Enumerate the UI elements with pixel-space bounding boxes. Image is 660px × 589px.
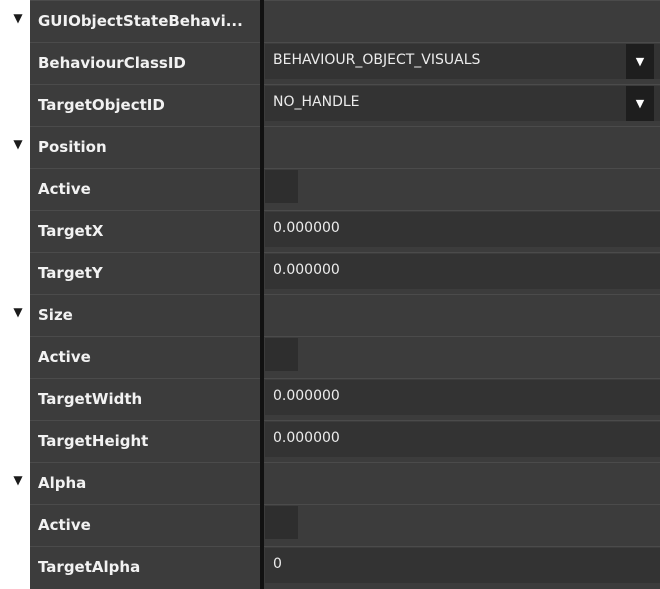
target-width-input[interactable]: 0.000000: [265, 380, 660, 415]
property-label: Active: [38, 180, 91, 198]
target-height-input[interactable]: 0.000000: [265, 422, 660, 457]
group-label-cell: Alpha: [30, 462, 260, 504]
expand-toggle-position[interactable]: ▼: [6, 126, 30, 168]
property-label: TargetY: [38, 264, 103, 282]
property-label: TargetAlpha: [38, 558, 141, 576]
input-value: 0.000000: [273, 262, 340, 278]
triangle-down-icon: ▼: [13, 305, 23, 319]
group-value-cell: [264, 126, 660, 168]
property-label-cell: TargetY: [30, 252, 260, 294]
property-row-position-active: Active: [0, 168, 660, 210]
property-row-target-alpha: TargetAlpha 0: [0, 546, 660, 589]
property-label-cell: TargetX: [30, 210, 260, 252]
row-gutter: [6, 504, 30, 546]
property-row-target-width: TargetWidth 0.000000: [0, 378, 660, 420]
row-gutter: [6, 42, 30, 84]
expand-toggle-alpha[interactable]: ▼: [6, 462, 30, 504]
alpha-active-checkbox[interactable]: [265, 506, 298, 539]
expand-toggle-size[interactable]: ▼: [6, 294, 30, 336]
property-value-cell: [264, 336, 660, 378]
property-row-behaviour-class-id: BehaviourClassID BEHAVIOUR_OBJECT_VISUAL…: [0, 42, 660, 84]
property-label: Active: [38, 348, 91, 366]
row-gutter: [6, 252, 30, 294]
property-value-cell: BEHAVIOUR_OBJECT_VISUALS ▼: [264, 42, 660, 84]
property-value-cell: 0.000000: [264, 420, 660, 462]
property-label: TargetHeight: [38, 432, 149, 450]
group-label: GUIObjectStateBehavi...: [38, 12, 243, 30]
target-object-id-dropdown[interactable]: NO_HANDLE ▼: [265, 86, 660, 121]
property-label-cell: Active: [30, 336, 260, 378]
group-row-position: ▼ Position: [0, 126, 660, 168]
group-label: Position: [38, 138, 107, 156]
input-value: 0.000000: [273, 430, 340, 446]
row-gutter: [6, 336, 30, 378]
property-row-size-active: Active: [0, 336, 660, 378]
row-gutter: [6, 378, 30, 420]
property-value-cell: NO_HANDLE ▼: [264, 84, 660, 126]
property-value-cell: 0.000000: [264, 378, 660, 420]
property-label-cell: TargetWidth: [30, 378, 260, 420]
property-value-cell: 0.000000: [264, 210, 660, 252]
property-row-target-x: TargetX 0.000000: [0, 210, 660, 252]
group-row-size: ▼ Size: [0, 294, 660, 336]
property-value-cell: [264, 504, 660, 546]
property-value-cell: [264, 168, 660, 210]
property-label: TargetWidth: [38, 390, 143, 408]
group-value-cell: [264, 462, 660, 504]
expand-toggle-gui-object-state-behaviour[interactable]: ▼: [6, 0, 30, 42]
position-active-checkbox[interactable]: [265, 170, 298, 203]
row-gutter: [6, 168, 30, 210]
property-label-cell: TargetObjectID: [30, 84, 260, 126]
input-value: 0: [273, 556, 282, 572]
property-row-target-y: TargetY 0.000000: [0, 252, 660, 294]
group-label: Size: [38, 306, 73, 324]
property-row-target-height: TargetHeight 0.000000: [0, 420, 660, 462]
property-label: TargetX: [38, 222, 104, 240]
group-label: Alpha: [38, 474, 87, 492]
behaviour-class-id-dropdown[interactable]: BEHAVIOUR_OBJECT_VISUALS ▼: [265, 44, 660, 79]
chevron-down-icon: ▼: [635, 97, 645, 110]
property-label-cell: Active: [30, 168, 260, 210]
group-value-cell: [264, 294, 660, 336]
property-label-cell: BehaviourClassID: [30, 42, 260, 84]
triangle-down-icon: ▼: [13, 137, 23, 151]
property-label: TargetObjectID: [38, 96, 165, 114]
dropdown-value: NO_HANDLE: [273, 94, 360, 110]
property-value-cell: 0: [264, 546, 660, 589]
target-alpha-input[interactable]: 0: [265, 548, 660, 583]
group-row-gui-object-state-behaviour: ▼ GUIObjectStateBehavi...: [0, 0, 660, 42]
property-label-cell: Active: [30, 504, 260, 546]
target-x-input[interactable]: 0.000000: [265, 212, 660, 247]
row-gutter: [6, 420, 30, 462]
property-row-target-object-id: TargetObjectID NO_HANDLE ▼: [0, 84, 660, 126]
dropdown-button[interactable]: ▼: [626, 44, 654, 79]
row-gutter: [6, 546, 30, 589]
property-label-cell: TargetHeight: [30, 420, 260, 462]
input-value: 0.000000: [273, 220, 340, 236]
size-active-checkbox[interactable]: [265, 338, 298, 371]
row-gutter: [6, 84, 30, 126]
group-label-cell: GUIObjectStateBehavi...: [30, 0, 260, 42]
property-label-cell: TargetAlpha: [30, 546, 260, 589]
group-value-cell: [264, 0, 660, 42]
property-row-alpha-active: Active: [0, 504, 660, 546]
row-gutter: [6, 210, 30, 252]
target-y-input[interactable]: 0.000000: [265, 254, 660, 289]
property-inspector: ▼ GUIObjectStateBehavi... BehaviourClass…: [0, 0, 660, 589]
chevron-down-icon: ▼: [635, 55, 645, 68]
dropdown-button[interactable]: ▼: [626, 86, 654, 121]
dropdown-value: BEHAVIOUR_OBJECT_VISUALS: [273, 52, 481, 68]
property-label: BehaviourClassID: [38, 54, 186, 72]
group-label-cell: Position: [30, 126, 260, 168]
triangle-down-icon: ▼: [13, 11, 23, 25]
property-value-cell: 0.000000: [264, 252, 660, 294]
input-value: 0.000000: [273, 388, 340, 404]
triangle-down-icon: ▼: [13, 473, 23, 487]
group-row-alpha: ▼ Alpha: [0, 462, 660, 504]
group-label-cell: Size: [30, 294, 260, 336]
property-label: Active: [38, 516, 91, 534]
